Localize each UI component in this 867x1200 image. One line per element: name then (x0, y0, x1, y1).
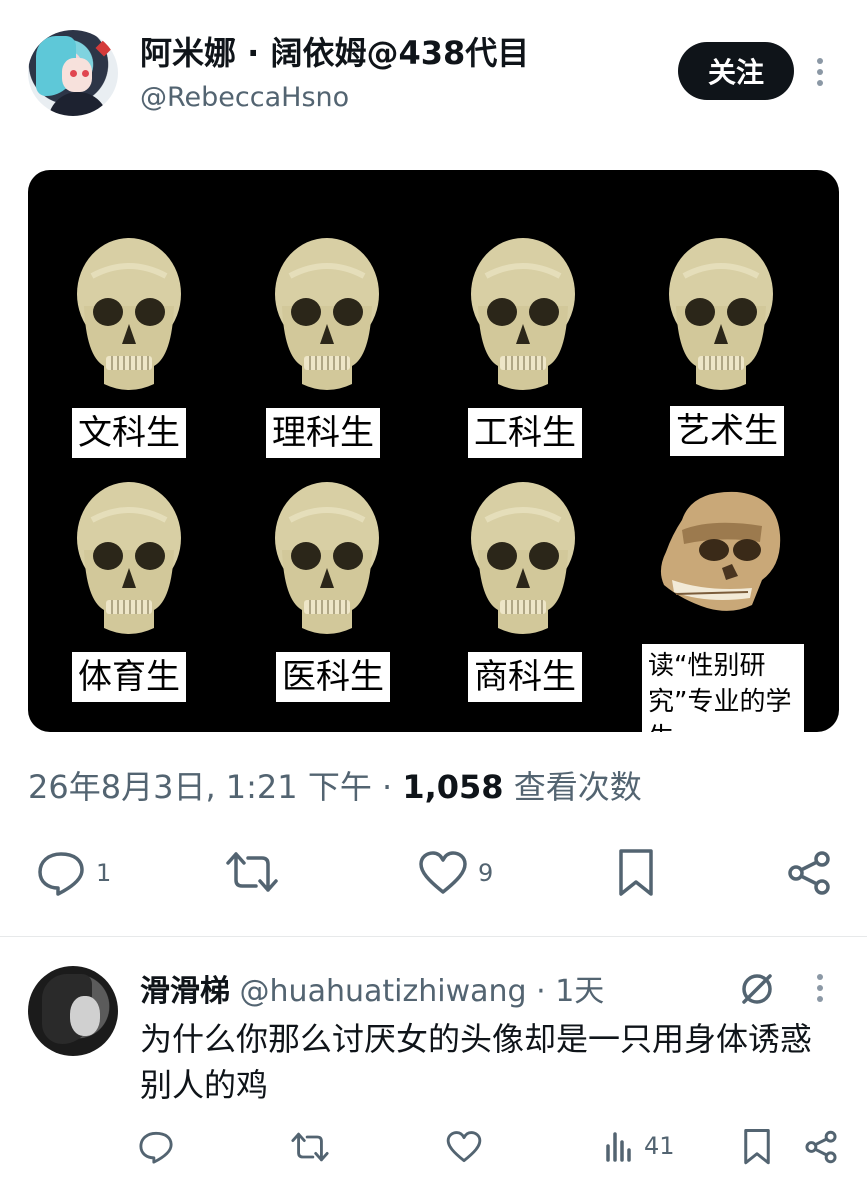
human-skull-image (74, 236, 184, 396)
bookmark-icon (619, 849, 653, 896)
reply-icon (139, 1131, 173, 1164)
reply-button[interactable]: 1 (36, 850, 111, 896)
share-icon (788, 851, 830, 895)
reply-author-avatar[interactable] (28, 966, 118, 1056)
views-count: 1,058 (402, 768, 504, 806)
ape-skull-image (652, 480, 792, 640)
grok-icon[interactable] (738, 970, 776, 1008)
retweet-button[interactable] (224, 850, 290, 894)
bookmark-icon (744, 1129, 770, 1165)
meme-label: 理科生 (266, 408, 380, 458)
meme-label: 文科生 (72, 408, 186, 458)
author-display-name[interactable]: 阿米娜 · 阔依姆@438代目 (140, 28, 529, 74)
author-avatar[interactable] (28, 30, 118, 116)
reply-text: 为什么你那么讨厌女的头像却是一只用身体诱惑别人的鸡 (140, 1020, 813, 1104)
meme-label: 医科生 (276, 652, 390, 702)
reply-views-button[interactable]: 41 (604, 1130, 675, 1162)
human-skull-image (272, 236, 382, 396)
reply-like-button[interactable] (446, 1130, 482, 1164)
meme-label: 工科生 (468, 408, 582, 458)
meme-label: 商科生 (468, 652, 582, 702)
human-skull-image (74, 480, 184, 640)
like-icon (419, 851, 467, 894)
reply-time[interactable]: 1天 (555, 974, 604, 1009)
timestamp[interactable]: 26年8月3日, 1:21 下午 (28, 768, 372, 806)
views-icon (606, 1132, 631, 1162)
reply-author-handle[interactable]: @huahuatizhiwang (240, 974, 527, 1009)
human-skull-image (468, 480, 578, 640)
share-icon (805, 1130, 837, 1164)
reply-retweet-button[interactable] (290, 1130, 330, 1164)
follow-button[interactable]: 关注 (678, 42, 794, 100)
reply-more-icon[interactable] (808, 970, 832, 1006)
meme-label: 艺术生 (670, 406, 784, 456)
meta-separator: · (382, 768, 393, 806)
more-icon[interactable] (808, 52, 832, 92)
reply-author-name[interactable]: 滑滑梯 (140, 974, 230, 1009)
reply-views-count: 41 (644, 1132, 675, 1160)
reply-header: 滑滑梯 @huahuatizhiwang · 1天 (140, 966, 604, 1010)
tweet-meta: 26年8月3日, 1:21 下午 · 1,058 查看次数 (28, 762, 642, 808)
tweet-image[interactable]: 文科生 理科生 工科生 艺术生 体育生 医科生 商科生 读“性别研究”专业的学生 (28, 170, 839, 732)
like-count: 9 (478, 859, 494, 887)
like-button[interactable]: 9 (418, 850, 493, 896)
meme-label: 体育生 (72, 652, 186, 702)
retweet-icon (226, 852, 278, 892)
meme-label: 读“性别研究”专业的学生 (642, 644, 804, 732)
reply-share-button[interactable] (804, 1130, 838, 1164)
human-skull-image (468, 236, 578, 396)
human-skull-image (272, 480, 382, 640)
reply-bookmark-button[interactable] (742, 1128, 772, 1166)
retweet-icon (291, 1132, 329, 1162)
reply-icon (38, 852, 84, 896)
human-skull-image (666, 236, 776, 396)
views-label: 查看次数 (513, 768, 642, 806)
bookmark-button[interactable] (616, 848, 656, 898)
share-button[interactable] (786, 850, 832, 896)
reply-count: 1 (96, 859, 112, 887)
author-handle[interactable]: @RebeccaHsno (140, 82, 349, 113)
reply-separator: · (536, 974, 546, 1009)
divider (0, 936, 867, 937)
like-icon (446, 1131, 482, 1163)
reply-reply-button[interactable] (138, 1130, 174, 1164)
